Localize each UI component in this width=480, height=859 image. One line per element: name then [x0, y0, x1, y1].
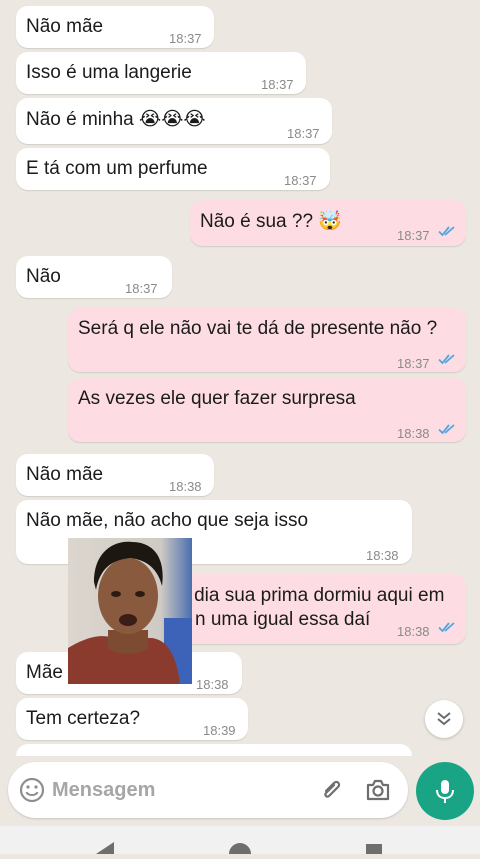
- mic-button[interactable]: [416, 762, 474, 820]
- home-icon[interactable]: [229, 843, 251, 859]
- message-time: 18:38: [169, 479, 202, 494]
- message-time: 18:37: [397, 356, 430, 371]
- message-bubble[interactable]: [16, 744, 412, 756]
- message-time: 18:38: [397, 426, 430, 441]
- message-time: 18:37: [169, 31, 202, 46]
- message-text: Mãe: [26, 662, 63, 683]
- message-text: Não mãe, não acho que seja isso: [26, 510, 309, 531]
- message-text: E tá com um perfume: [26, 158, 208, 179]
- message-text: Não mãe: [26, 464, 104, 485]
- double-check-icon: [438, 353, 456, 365]
- chat-area[interactable]: Não mãe 18:37 Isso é uma langerie 18:37 …: [0, 0, 480, 756]
- message-text: Isso é uma langerie: [26, 62, 192, 83]
- message-input[interactable]: Mensagem: [52, 779, 155, 802]
- camera-icon[interactable]: [364, 776, 392, 804]
- system-nav-bar: [0, 826, 480, 859]
- message-time: 18:37: [284, 173, 317, 188]
- paperclip-icon[interactable]: [318, 776, 346, 804]
- message-time: 18:38: [366, 548, 399, 563]
- emoji-icon[interactable]: [18, 776, 46, 804]
- message-text: m dia sua prima dormiu aqui em: [173, 585, 445, 606]
- message-text: Não: [26, 266, 61, 287]
- message-text: Será q ele não vai te dá de presente não…: [78, 318, 438, 339]
- message-time: 18:38: [397, 624, 430, 639]
- back-icon[interactable]: [96, 842, 114, 854]
- message-text: Tem certeza?: [26, 708, 141, 729]
- message-bubble[interactable]: Será q ele não vai te dá de presente não…: [68, 308, 466, 372]
- double-check-icon: [438, 225, 456, 237]
- message-time: 18:37: [397, 228, 430, 243]
- message-time: 18:37: [261, 77, 294, 92]
- message-time: 18:39: [203, 723, 236, 738]
- message-bubble[interactable]: Não mãe 18:38: [16, 454, 214, 496]
- message-bubble[interactable]: Tem certeza? 18:39: [16, 698, 248, 740]
- message-time: 18:37: [287, 126, 320, 141]
- message-composer[interactable]: Mensagem: [8, 762, 408, 818]
- double-chevron-down-icon: [437, 712, 451, 726]
- message-bubble[interactable]: As vezes ele quer fazer surpresa 18:38: [68, 378, 466, 442]
- person-image: [68, 538, 192, 684]
- message-bubble[interactable]: Não é sua ?? 🤯 18:37: [190, 200, 466, 246]
- mic-icon: [436, 780, 454, 803]
- message-text: n uma igual essa daí: [195, 609, 371, 630]
- video-overlay: [68, 538, 192, 684]
- message-text: Não é minha 😭😭😭: [26, 109, 206, 130]
- message-bubble[interactable]: Não mãe 18:37: [16, 6, 214, 48]
- message-bubble[interactable]: E tá com um perfume 18:37: [16, 148, 330, 190]
- double-check-icon: [438, 621, 456, 633]
- scroll-down-button[interactable]: [425, 700, 463, 738]
- double-check-icon: [438, 423, 456, 435]
- message-bubble[interactable]: Não 18:37: [16, 256, 172, 298]
- message-text: As vezes ele quer fazer surpresa: [78, 388, 356, 409]
- message-text: Não mãe: [26, 16, 104, 37]
- message-time: 18:37: [125, 281, 158, 296]
- message-bubble[interactable]: Não é minha 😭😭😭 18:37: [16, 98, 332, 144]
- recents-icon[interactable]: [366, 844, 382, 856]
- message-bubble[interactable]: Isso é uma langerie 18:37: [16, 52, 306, 94]
- message-time: 18:38: [196, 677, 229, 692]
- message-text: Não é sua ?? 🤯: [200, 211, 342, 232]
